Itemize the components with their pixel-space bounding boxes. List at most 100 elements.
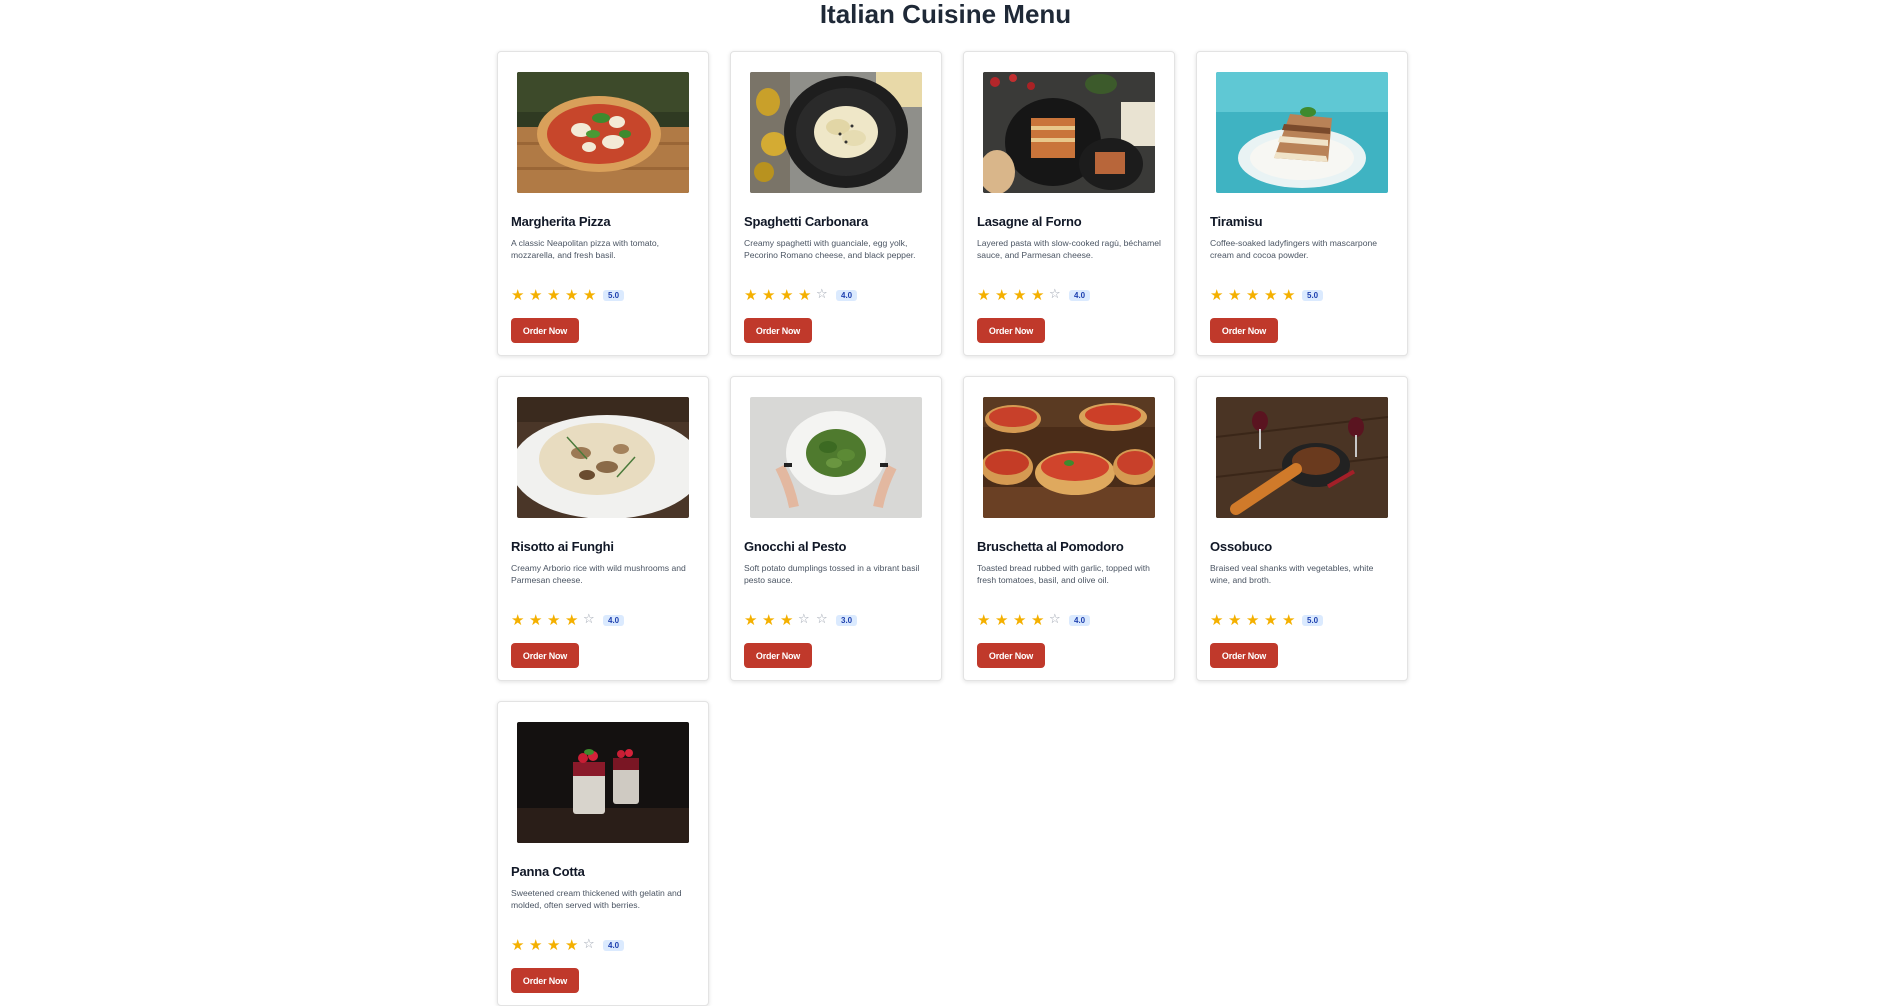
order-now-button[interactable]: Order Now <box>1210 318 1278 343</box>
order-now-button[interactable]: Order Now <box>744 643 812 668</box>
dish-name: Margherita Pizza <box>511 214 611 229</box>
dish-photo-gnocchi-al-pesto <box>750 397 922 518</box>
order-now-button[interactable]: Order Now <box>744 318 812 343</box>
star-filled-icon: ★ <box>529 611 543 629</box>
star-filled-icon: ★ <box>511 286 525 304</box>
star-filled-icon: ★ <box>995 286 1009 304</box>
menu-grid: Margherita Pizza A classic Neapolitan pi… <box>497 51 1417 1006</box>
star-filled-icon: ★ <box>1246 286 1260 304</box>
rating-badge: 5.0 <box>603 289 625 301</box>
rating-badge: 5.0 <box>1302 614 1324 626</box>
star-filled-icon: ★ <box>547 611 561 629</box>
star-filled-icon: ★ <box>977 286 991 304</box>
star-filled-icon: ★ <box>780 611 794 629</box>
dish-name: Bruschetta al Pomodoro <box>977 539 1124 554</box>
dish-photo-spaghetti-carbonara <box>750 72 922 193</box>
star-filled-icon: ★ <box>995 611 1009 629</box>
page-title: Italian Cuisine Menu <box>819 0 1072 29</box>
star-filled-icon: ★ <box>511 936 525 954</box>
rating-badge: 4.0 <box>603 614 625 626</box>
star-filled-icon: ★ <box>583 286 597 304</box>
star-empty-icon: ☆ <box>816 612 828 627</box>
dish-name: Panna Cotta <box>511 864 585 879</box>
star-filled-icon: ★ <box>1282 611 1296 629</box>
dish-description: Creamy spaghetti with guanciale, egg yol… <box>744 238 916 260</box>
star-filled-icon: ★ <box>565 286 579 304</box>
rating: ★ ★ ★ ★ ☆ 4.0 <box>511 611 625 629</box>
dish-name: Gnocchi al Pesto <box>744 539 847 554</box>
menu-card: Lasagne al Forno Layered pasta with slow… <box>963 51 1175 356</box>
dish-name: Risotto ai Funghi <box>511 539 614 554</box>
star-filled-icon: ★ <box>977 611 991 629</box>
order-now-button[interactable]: Order Now <box>1210 643 1278 668</box>
star-empty-icon: ☆ <box>583 612 595 627</box>
rating-badge: 5.0 <box>1302 289 1324 301</box>
rating-badge: 4.0 <box>836 289 858 301</box>
dish-description: Coffee-soaked ladyfingers with mascarpon… <box>1210 238 1378 260</box>
star-filled-icon: ★ <box>1013 611 1027 629</box>
star-filled-icon: ★ <box>547 936 561 954</box>
star-filled-icon: ★ <box>529 936 543 954</box>
rating-badge: 4.0 <box>1069 289 1091 301</box>
menu-card: Panna Cotta Sweetened cream thickened wi… <box>497 701 709 1006</box>
rating-badge: 4.0 <box>1069 614 1091 626</box>
rating-badge: 3.0 <box>836 614 858 626</box>
order-now-button[interactable]: Order Now <box>977 318 1045 343</box>
order-now-button[interactable]: Order Now <box>977 643 1045 668</box>
dish-description: Creamy Arborio rice with wild mushrooms … <box>511 563 686 585</box>
dish-photo-risotto-ai-funghi <box>517 397 689 518</box>
menu-card: Risotto ai Funghi Creamy Arborio rice wi… <box>497 376 709 681</box>
dish-photo-margherita-pizza <box>517 72 689 193</box>
star-filled-icon: ★ <box>762 286 776 304</box>
dish-photo-lasagne-al-forno <box>983 72 1155 193</box>
rating: ★ ★ ★ ★ ★ 5.0 <box>1210 611 1324 629</box>
star-filled-icon: ★ <box>1228 611 1242 629</box>
rating: ★ ★ ★ ★ ☆ 4.0 <box>744 286 858 304</box>
order-now-button[interactable]: Order Now <box>511 643 579 668</box>
dish-description: Layered pasta with slow-cooked ragù, béc… <box>977 238 1161 260</box>
rating: ★ ★ ★ ★ ☆ 4.0 <box>511 936 625 954</box>
star-filled-icon: ★ <box>1210 286 1224 304</box>
dish-name: Spaghetti Carbonara <box>744 214 869 229</box>
star-filled-icon: ★ <box>762 611 776 629</box>
order-now-button[interactable]: Order Now <box>511 318 579 343</box>
dish-description: Soft potato dumplings tossed in a vibran… <box>744 563 920 585</box>
dish-photo-bruschetta-al-pomodoro <box>983 397 1155 518</box>
rating-badge: 4.0 <box>603 939 625 951</box>
star-filled-icon: ★ <box>744 286 758 304</box>
star-filled-icon: ★ <box>744 611 758 629</box>
rating: ★ ★ ★ ★ ★ 5.0 <box>511 286 625 304</box>
star-filled-icon: ★ <box>1282 286 1296 304</box>
star-filled-icon: ★ <box>529 286 543 304</box>
star-empty-icon: ☆ <box>816 287 828 302</box>
star-filled-icon: ★ <box>1264 286 1278 304</box>
star-filled-icon: ★ <box>565 936 579 954</box>
rating: ★ ★ ★ ★ ★ 5.0 <box>1210 286 1324 304</box>
dish-description: Sweetened cream thickened with gelatin a… <box>511 888 682 910</box>
dish-description: Braised veal shanks with vegetables, whi… <box>1210 563 1374 585</box>
dish-photo-tiramisu <box>1216 72 1388 193</box>
star-filled-icon: ★ <box>511 611 525 629</box>
star-filled-icon: ★ <box>1031 286 1045 304</box>
dish-name: Tiramisu <box>1210 214 1263 229</box>
dish-description: Toasted bread rubbed with garlic, topped… <box>977 563 1150 585</box>
dish-name: Ossobuco <box>1210 539 1272 554</box>
menu-card: Tiramisu Coffee-soaked ladyfingers with … <box>1196 51 1408 356</box>
star-filled-icon: ★ <box>565 611 579 629</box>
menu-card: Margherita Pizza A classic Neapolitan pi… <box>497 51 709 356</box>
star-filled-icon: ★ <box>1246 611 1260 629</box>
star-filled-icon: ★ <box>1228 286 1242 304</box>
rating: ★ ★ ★ ★ ☆ 4.0 <box>977 286 1091 304</box>
menu-card: Ossobuco Braised veal shanks with vegeta… <box>1196 376 1408 681</box>
star-filled-icon: ★ <box>798 286 812 304</box>
star-empty-icon: ☆ <box>1049 612 1061 627</box>
menu-card: Gnocchi al Pesto Soft potato dumplings t… <box>730 376 942 681</box>
menu-card: Bruschetta al Pomodoro Toasted bread rub… <box>963 376 1175 681</box>
star-empty-icon: ☆ <box>798 612 810 627</box>
star-filled-icon: ★ <box>1031 611 1045 629</box>
order-now-button[interactable]: Order Now <box>511 968 579 993</box>
star-empty-icon: ☆ <box>583 937 595 952</box>
dish-photo-panna-cotta <box>517 722 689 843</box>
star-filled-icon: ★ <box>1013 286 1027 304</box>
star-filled-icon: ★ <box>1264 611 1278 629</box>
